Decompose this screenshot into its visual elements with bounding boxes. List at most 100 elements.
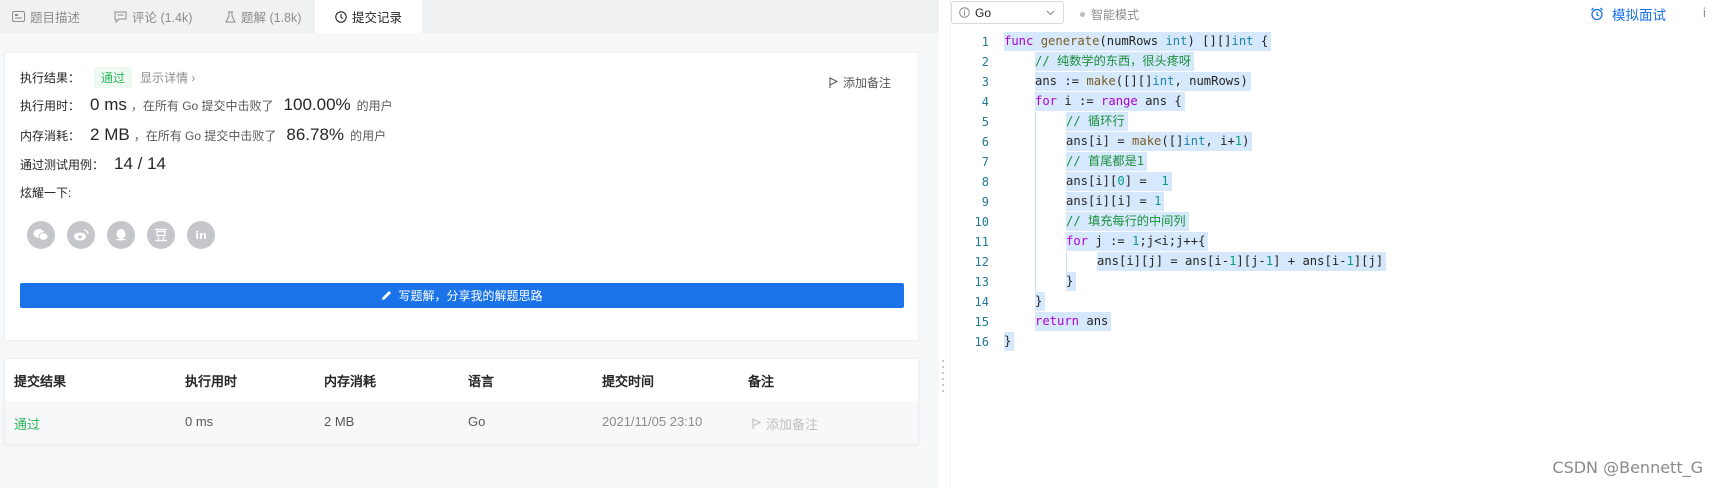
chevron-down-icon [1046, 10, 1055, 16]
info-icon [959, 7, 970, 18]
line-number: 6 [981, 135, 989, 149]
memory-value: 2 MB [90, 125, 130, 144]
add-note-button[interactable]: 添加备注 [829, 74, 891, 91]
tab-solutions-label: 题解 (1.8k) [241, 11, 302, 25]
code-line: 11 for j := 1;j<i;j++{ [951, 232, 1717, 252]
panel-resize-handle[interactable] [941, 360, 945, 400]
row-runtime: 0 ms [185, 414, 214, 429]
code-line: 9 ans[i][i] = 1 [951, 192, 1717, 212]
linkedin-icon[interactable]: in [187, 221, 215, 249]
runtime-text: ，在所有 Go 提交中击败了 [130, 99, 274, 113]
runtime-row: 执行用时： 0 ms ，在所有 Go 提交中击败了 100.00% 的用户 [20, 95, 393, 115]
editor-panel: Go 智能模式 模拟面试 i 1 func generate(numRows in… [950, 0, 1717, 488]
code-comment: // 首尾都是1 [1066, 154, 1145, 168]
watermark: CSDN @Bennett_G [1552, 458, 1703, 477]
code-line: 5 // 循环行 [951, 112, 1717, 132]
code-line: 13} [951, 272, 1717, 292]
code-comment: // 循环行 [1066, 114, 1125, 128]
row-status-link[interactable]: 通过 [14, 414, 40, 433]
tests-row: 通过测试用例： 14 / 14 [20, 154, 166, 174]
douban-icon[interactable] [147, 221, 175, 249]
language-select[interactable]: Go [951, 1, 1064, 24]
code-editor[interactable]: 1 func generate(numRows int) [][]int { 2 /… [951, 32, 1717, 352]
wechat-icon[interactable] [27, 221, 55, 249]
left-panel: 题目描述 评论 (1.4k) 题解 (1.8k) 提交记录 执行结果： 通过 显… [0, 0, 939, 488]
add-note-label: 添加备注 [842, 76, 891, 90]
code-comment: // 纯数学的东西，很头疼呀 [1035, 54, 1192, 68]
tab-comments-label: 评论 (1.4k) [132, 11, 193, 25]
smart-mode-toggle[interactable]: 智能模式 [1080, 6, 1139, 23]
line-number: 15 [974, 315, 989, 329]
line-number: 10 [974, 215, 989, 229]
result-label: 执行结果： [20, 71, 81, 85]
line-number: 5 [981, 115, 989, 129]
header-memory: 内存消耗 [324, 374, 377, 389]
line-number: 9 [981, 195, 989, 209]
line-number: 13 [974, 275, 989, 289]
code-line: 7 // 首尾都是1 [951, 152, 1717, 172]
language-select-value: Go [975, 5, 992, 20]
clock-icon [335, 10, 347, 23]
line-number: 16 [974, 335, 989, 349]
code-line: 15 return ans [951, 312, 1717, 332]
tab-comments[interactable]: 评论 (1.4k) [114, 0, 192, 33]
tab-description[interactable]: 题目描述 [12, 0, 80, 33]
submission-result-card: 执行结果： 通过 显示详情 › 添加备注 执行用时： 0 ms ，在所有 Go … [4, 52, 919, 341]
runtime-label: 执行用时： [20, 99, 81, 113]
line-number: 3 [981, 75, 989, 89]
flag-icon [829, 77, 838, 88]
line-number: 1 [981, 35, 989, 49]
code-line: 1 func generate(numRows int) [][]int { [951, 32, 1717, 52]
line-number: 7 [981, 155, 989, 169]
code-line: 12 ans[i][j] = ans[i-1][j-1] + ans[i-1][j… [951, 252, 1717, 272]
weibo-icon[interactable] [67, 221, 95, 249]
mock-interview-button[interactable]: 模拟面试 [1590, 4, 1666, 24]
flag-icon [752, 418, 761, 429]
tab-bar: 题目描述 评论 (1.4k) 题解 (1.8k) 提交记录 [0, 0, 939, 33]
table-row[interactable]: 通过 0 ms 2 MB Go 2021/11/05 23:10 添加备注 [5, 401, 918, 444]
write-solution-button[interactable]: 写题解，分享我的解题思路 [20, 283, 904, 308]
smart-mode-label: 智能模式 [1091, 8, 1140, 22]
row-add-note-label: 添加备注 [766, 417, 819, 432]
row-language: Go [468, 414, 486, 429]
tab-solutions[interactable]: 题解 (1.8k) [225, 0, 301, 33]
tests-label: 通过测试用例： [20, 158, 105, 172]
code-line: 14} [951, 292, 1717, 312]
editor-toolbar: Go 智能模式 模拟面试 i [951, 0, 1717, 26]
share-label-row: 炫耀一下: [20, 184, 71, 201]
write-solution-label: 写题解，分享我的解题思路 [398, 289, 543, 303]
memory-percent: 86.78% [286, 125, 345, 144]
line-number: 12 [974, 255, 989, 269]
code-comment: // 填充每行的中间列 [1066, 214, 1186, 228]
show-details-link[interactable]: 显示详情 › [140, 69, 195, 86]
memory-row: 内存消耗： 2 MB ，在所有 Go 提交中击败了 86.78% 的用户 [20, 125, 386, 145]
header-runtime: 执行用时 [185, 374, 238, 389]
runtime-percent: 100.00% [283, 95, 351, 114]
code-line: 16} [951, 332, 1717, 352]
code-line: 10 // 填充每行的中间列 [951, 212, 1717, 232]
code-line: 8 ans[i][0] = 1 [951, 172, 1717, 192]
code-line: 3 ans := make([][]int, numRows) [951, 72, 1717, 92]
mock-interview-label: 模拟面试 [1612, 8, 1666, 23]
memory-text: ，在所有 Go 提交中击败了 [133, 129, 277, 143]
alarm-clock-icon [1591, 7, 1603, 21]
qq-icon[interactable] [107, 221, 135, 249]
row-time: 2021/11/05 23:10 [602, 414, 703, 429]
comment-icon [114, 11, 127, 23]
code-line: 2 // 纯数学的东西，很头疼呀 [951, 52, 1717, 72]
row-add-note-button[interactable]: 添加备注 [752, 414, 818, 433]
tab-submissions[interactable]: 提交记录 [315, 0, 422, 33]
description-icon [12, 11, 25, 22]
header-language: 语言 [468, 374, 495, 389]
share-buttons: in [27, 221, 215, 249]
pencil-icon [382, 291, 392, 300]
tab-description-label: 题目描述 [30, 11, 81, 25]
line-number: 2 [981, 55, 989, 69]
more-info-button[interactable]: i [1703, 5, 1706, 20]
memory-label: 内存消耗： [20, 129, 81, 143]
submissions-table: 提交结果 执行用时 内存消耗 语言 提交时间 备注 通过 0 ms 2 MB G… [4, 358, 919, 444]
line-number: 4 [981, 95, 989, 109]
header-note: 备注 [748, 374, 775, 389]
memory-suffix: 的用户 [350, 129, 387, 143]
status-badge: 通过 [94, 67, 133, 88]
